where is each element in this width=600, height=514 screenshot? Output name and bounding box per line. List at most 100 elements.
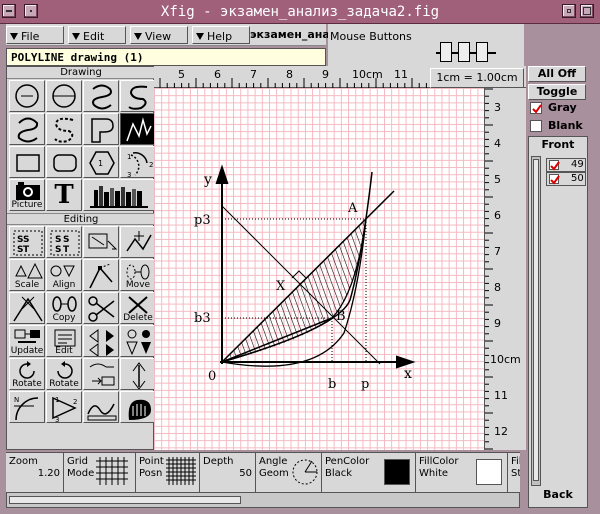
depth-49-checkbox[interactable] bbox=[549, 160, 560, 171]
all-off-button[interactable]: All Off bbox=[528, 66, 586, 82]
minimize-button[interactable] bbox=[562, 4, 576, 18]
angle-geometry-indicator[interactable]: Angle Geom bbox=[256, 453, 322, 493]
side-ruler-label-3: 3 bbox=[494, 101, 501, 114]
library-tool[interactable] bbox=[83, 179, 155, 211]
ruler-label-7: 7 bbox=[250, 68, 257, 81]
chevron-down-icon bbox=[196, 32, 204, 40]
flip-vertical-icon bbox=[126, 329, 151, 356]
window-shade-button[interactable] bbox=[24, 4, 38, 18]
depth-scroll-thumb[interactable] bbox=[533, 159, 539, 481]
scale-tool[interactable]: Scale bbox=[9, 259, 45, 291]
picture-tool[interactable]: Picture bbox=[9, 179, 45, 211]
closed-spline-tool[interactable] bbox=[83, 80, 119, 112]
depth-50-row[interactable]: 50 bbox=[546, 172, 586, 186]
polygon-tool[interactable] bbox=[83, 113, 119, 145]
gray-label: Gray bbox=[548, 101, 577, 114]
flip-tool[interactable] bbox=[83, 325, 119, 357]
closed-spline-icon bbox=[92, 84, 112, 110]
svg-text:T: T bbox=[63, 245, 70, 255]
cut-tool[interactable] bbox=[83, 292, 119, 324]
delete-tool[interactable]: Delete bbox=[120, 292, 156, 324]
move-point-tool[interactable] bbox=[83, 259, 119, 291]
title-bar: Xfig - экзамен_анализ_задача2.fig bbox=[0, 0, 600, 24]
text-tool[interactable]: T bbox=[46, 179, 82, 211]
grid-mode-indicator[interactable]: Grid Mode bbox=[64, 453, 136, 493]
fill-color-indicator[interactable]: FillColor White bbox=[416, 453, 508, 493]
move-tool[interactable]: Move bbox=[120, 259, 156, 291]
window-menu-button[interactable] bbox=[2, 4, 16, 18]
indicator-scrollbar[interactable] bbox=[6, 492, 520, 508]
checkmark-icon bbox=[532, 104, 542, 114]
menu-file[interactable]: File bbox=[6, 26, 64, 44]
depth-indicator[interactable]: Depth 50 bbox=[200, 453, 256, 493]
convert-tool[interactable] bbox=[83, 358, 119, 390]
area-fill-tool[interactable] bbox=[120, 391, 156, 423]
depth-49-row[interactable]: 49 bbox=[546, 158, 586, 172]
rotate-ccw-tool[interactable]: Rotate bbox=[9, 358, 45, 390]
copy-label: Copy bbox=[52, 313, 76, 323]
arc-box-tool[interactable] bbox=[46, 146, 82, 178]
depth-50-checkbox[interactable] bbox=[549, 174, 560, 185]
open-spline-tool[interactable] bbox=[120, 80, 156, 112]
svg-text:N: N bbox=[14, 396, 19, 404]
scrollbar-thumb[interactable] bbox=[9, 496, 241, 504]
menu-edit[interactable]: Edit bbox=[68, 26, 126, 44]
compound-tool[interactable]: SSST bbox=[9, 226, 45, 258]
gray-checkbox[interactable] bbox=[530, 102, 542, 114]
svg-text:3: 3 bbox=[127, 171, 131, 178]
side-ruler-label-4: 4 bbox=[494, 137, 501, 150]
menu-help[interactable]: Help bbox=[192, 26, 250, 44]
open-compound-tool[interactable] bbox=[83, 226, 119, 258]
tangent-tool[interactable]: N bbox=[9, 391, 45, 423]
edit-tool[interactable]: Edit bbox=[46, 325, 82, 357]
depth-scrollbar[interactable] bbox=[531, 156, 541, 486]
polyline-tool[interactable] bbox=[120, 113, 156, 145]
circle-radius-tool[interactable] bbox=[9, 80, 45, 112]
editing-section-title: Editing bbox=[7, 213, 155, 225]
maximize-button[interactable] bbox=[580, 4, 594, 18]
library-books-icon bbox=[90, 186, 148, 208]
point-position-indicator[interactable]: Point Posn bbox=[136, 453, 200, 493]
svg-text:T: T bbox=[23, 245, 30, 255]
interp-spline-icon bbox=[54, 117, 74, 143]
break-compound-tool[interactable]: SSST bbox=[46, 226, 82, 258]
pen-color-indicator[interactable]: PenColor Black bbox=[322, 453, 416, 493]
svg-text:1: 1 bbox=[98, 159, 103, 168]
box-tool[interactable] bbox=[9, 146, 45, 178]
scale-label: Scale bbox=[14, 280, 40, 290]
edit-label: Edit bbox=[55, 346, 73, 356]
rotate-cw-tool[interactable]: Rotate bbox=[46, 358, 82, 390]
break-compound-icon: S SS T bbox=[50, 230, 80, 256]
unit-indicator[interactable]: 1cm = 1.00cm bbox=[430, 68, 524, 88]
zoom-label: Zoom bbox=[9, 456, 38, 467]
fill-style-indicator[interactable]: Fil Stı bbox=[508, 453, 520, 493]
arrow-tool[interactable] bbox=[120, 358, 156, 390]
copy-tool[interactable]: Copy bbox=[46, 292, 82, 324]
delete-point-tool[interactable] bbox=[9, 292, 45, 324]
label-x: x bbox=[404, 366, 412, 382]
polygon-icon bbox=[91, 118, 114, 143]
closed-interp-spline-tool[interactable] bbox=[9, 113, 45, 145]
label-b3: b3 bbox=[194, 311, 211, 326]
tangent-icon: N bbox=[14, 396, 39, 421]
draw-freehand-tool[interactable] bbox=[83, 391, 119, 423]
zoom-indicator[interactable]: Zoom 1.20 bbox=[6, 453, 64, 493]
align-label: Align bbox=[52, 280, 76, 290]
update-tool[interactable]: Update bbox=[9, 325, 45, 357]
drawing-canvas[interactable]: y x 0 A B X p3 b3 b p bbox=[154, 88, 484, 450]
circle-diameter-tool[interactable] bbox=[46, 80, 82, 112]
anchor-tool[interactable]: 1 2 3 bbox=[46, 391, 82, 423]
menu-view[interactable]: View bbox=[130, 26, 188, 44]
align-tool[interactable]: Align bbox=[46, 259, 82, 291]
arc-box-icon bbox=[53, 154, 77, 172]
toggle-button[interactable]: Toggle bbox=[528, 84, 586, 100]
interp-spline-tool[interactable] bbox=[46, 113, 82, 145]
regular-polygon-tool[interactable]: 1 bbox=[83, 146, 119, 178]
flip-vertical-tool[interactable] bbox=[120, 325, 156, 357]
add-point-tool[interactable] bbox=[120, 226, 156, 258]
arc-tool[interactable]: 1 2 3 bbox=[120, 146, 156, 178]
label-origin: 0 bbox=[208, 369, 216, 384]
ruler-label-11: 11 bbox=[394, 68, 408, 81]
side-ruler-label-6: 6 bbox=[494, 209, 501, 222]
blank-checkbox[interactable] bbox=[530, 120, 542, 132]
